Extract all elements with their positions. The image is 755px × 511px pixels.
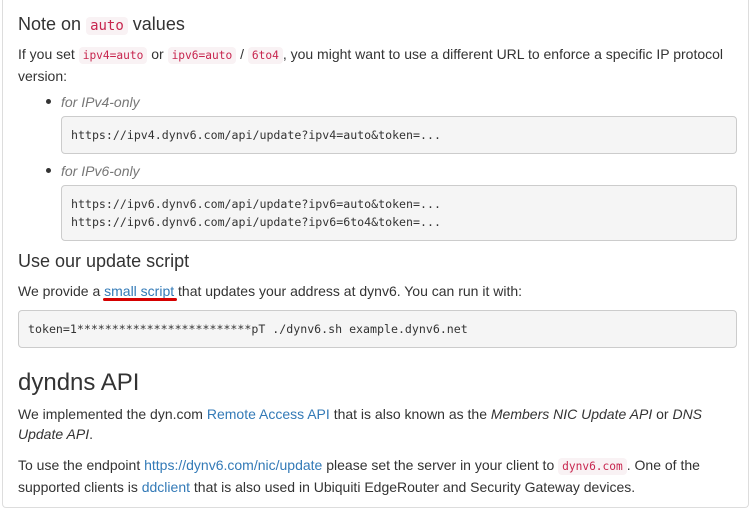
inline-code: ipv6=auto <box>167 47 237 64</box>
text: If you set <box>18 46 75 62</box>
note-intro: If you set ipv4=auto or ipv6=auto / 6to4… <box>18 44 733 86</box>
dyndns-paragraph-1: We implemented the dyn.com Remote Access… <box>18 404 718 444</box>
list-item-label: for IPv4-only <box>61 94 140 110</box>
list-item-label: for IPv6-only <box>61 163 140 179</box>
list-item-ipv4: for IPv4-only <box>46 94 140 110</box>
bullet-icon <box>46 98 51 104</box>
note-heading-text: Note on <box>18 14 82 34</box>
text: or <box>151 46 164 62</box>
note-heading-text-end: values <box>132 14 185 34</box>
text: / <box>240 46 244 62</box>
text: We implemented the dyn.com <box>18 406 203 422</box>
text: please set the server in your client to <box>326 457 555 473</box>
small-script-link[interactable]: small script <box>104 283 174 299</box>
nic-update-link[interactable]: https://dynv6.com/nic/update <box>144 457 322 473</box>
text: that is also known as the <box>333 406 487 422</box>
text: or <box>656 406 669 422</box>
code-block-ipv4: https://ipv4.dynv6.com/api/update?ipv4=a… <box>61 116 737 154</box>
text: We provide a <box>18 283 101 299</box>
script-heading: Use our update script <box>18 251 190 271</box>
code-block-script: token=1*************************pT ./dyn… <box>18 310 737 348</box>
dyndns-heading: dyndns API <box>18 369 140 396</box>
note-heading: Note on auto values <box>18 13 185 37</box>
emphasis: Members NIC Update API <box>490 406 653 422</box>
red-underline-annotation <box>103 298 177 301</box>
inline-code: 6to4 <box>247 47 283 64</box>
text: that updates your address at dynv6. You … <box>178 283 523 299</box>
remote-access-api-link[interactable]: Remote Access API <box>207 406 330 422</box>
content-panel: Note on auto values If you set ipv4=auto… <box>2 0 749 508</box>
code-block-ipv6: https://ipv6.dynv6.com/api/update?ipv6=a… <box>61 185 737 241</box>
note-heading-code: auto <box>86 17 128 35</box>
inline-code: ipv4=auto <box>78 47 148 64</box>
bullet-icon <box>46 167 51 173</box>
dyndns-paragraph-2: To use the endpoint https://dynv6.com/ni… <box>18 455 733 497</box>
text: To use the endpoint <box>18 457 141 473</box>
text: that is also used in Ubiquiti EdgeRouter… <box>193 479 636 495</box>
list-item-ipv6: for IPv6-only <box>46 163 140 179</box>
ddclient-link[interactable]: ddclient <box>142 479 190 495</box>
inline-code: dynv6.com <box>558 458 627 475</box>
text: . <box>89 426 93 442</box>
